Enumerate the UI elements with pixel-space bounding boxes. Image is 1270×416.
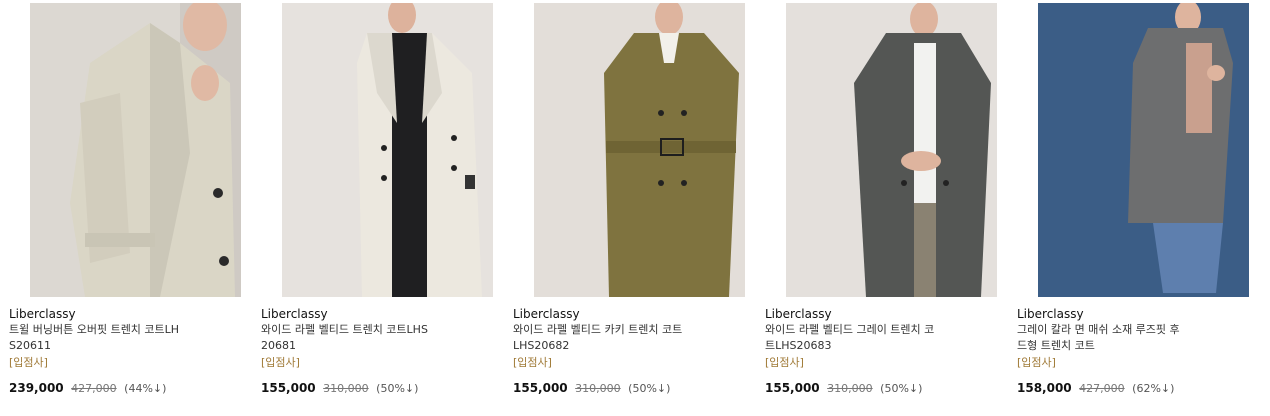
coat-photo-image (786, 3, 997, 297)
seller-tag: [입점사] (765, 356, 804, 369)
product-image[interactable] (534, 3, 745, 297)
seller-tag: [입점사] (513, 356, 552, 369)
product-name[interactable]: 그레이 칼라 면 매쉬 소재 루즈핏 후드형 트렌치 코트 (1017, 322, 1189, 354)
product-grid: Liberclassy 트윌 버닝버튼 오버핏 트렌치 코트LHS20611 [… (0, 0, 1270, 416)
product-card[interactable]: Liberclassy 그레이 칼라 면 매쉬 소재 루즈핏 후드형 트렌치 코… (1017, 0, 1262, 416)
price-row: 155,000 310,000 (50%↓) (261, 381, 418, 395)
sale-price: 155,000 (513, 381, 568, 395)
original-price: 427,000 (71, 382, 117, 395)
discount-rate: (44%↓) (124, 382, 167, 395)
discount-rate: (50%↓) (628, 382, 671, 395)
sale-price: 155,000 (261, 381, 316, 395)
coat-photo-image (282, 3, 493, 297)
product-card[interactable]: Liberclassy 와이드 라펠 벨티드 트렌치 코트LHS20681 [입… (261, 0, 506, 416)
seller-tag: [입점사] (1017, 356, 1056, 369)
price-row: 155,000 310,000 (50%↓) (513, 381, 670, 395)
coat-photo-image (1038, 3, 1249, 297)
product-brand[interactable]: Liberclassy (9, 307, 76, 321)
sale-price: 239,000 (9, 381, 64, 395)
product-card[interactable]: Liberclassy 트윌 버닝버튼 오버핏 트렌치 코트LHS20611 [… (9, 0, 254, 416)
price-row: 158,000 427,000 (62%↓) (1017, 381, 1174, 395)
product-card[interactable]: Liberclassy 와이드 라펠 벨티드 그레이 트렌치 코트LHS2068… (765, 0, 1010, 416)
original-price: 310,000 (575, 382, 621, 395)
product-image[interactable] (786, 3, 997, 297)
discount-rate: (50%↓) (880, 382, 923, 395)
product-name[interactable]: 와이드 라펠 벨티드 그레이 트렌치 코트LHS20683 (765, 322, 937, 354)
product-image[interactable] (30, 3, 241, 297)
original-price: 427,000 (1079, 382, 1125, 395)
product-brand[interactable]: Liberclassy (261, 307, 328, 321)
product-card[interactable]: Liberclassy 와이드 라펠 벨티드 카키 트렌치 코트LHS20682… (513, 0, 758, 416)
product-brand[interactable]: Liberclassy (1017, 307, 1084, 321)
original-price: 310,000 (827, 382, 873, 395)
product-brand[interactable]: Liberclassy (765, 307, 832, 321)
discount-rate: (62%↓) (1132, 382, 1175, 395)
sale-price: 155,000 (765, 381, 820, 395)
discount-rate: (50%↓) (376, 382, 419, 395)
original-price: 310,000 (323, 382, 369, 395)
seller-tag: [입점사] (261, 356, 300, 369)
coat-photo-image (534, 3, 745, 297)
product-image[interactable] (1038, 3, 1249, 297)
product-image[interactable] (282, 3, 493, 297)
product-name[interactable]: 와이드 라펠 벨티드 카키 트렌치 코트LHS20682 (513, 322, 685, 354)
product-brand[interactable]: Liberclassy (513, 307, 580, 321)
price-row: 155,000 310,000 (50%↓) (765, 381, 922, 395)
coat-photo-image (30, 3, 241, 297)
product-name[interactable]: 와이드 라펠 벨티드 트렌치 코트LHS20681 (261, 322, 433, 354)
price-row: 239,000 427,000 (44%↓) (9, 381, 166, 395)
product-name[interactable]: 트윌 버닝버튼 오버핏 트렌치 코트LHS20611 (9, 322, 181, 354)
sale-price: 158,000 (1017, 381, 1072, 395)
seller-tag: [입점사] (9, 356, 48, 369)
